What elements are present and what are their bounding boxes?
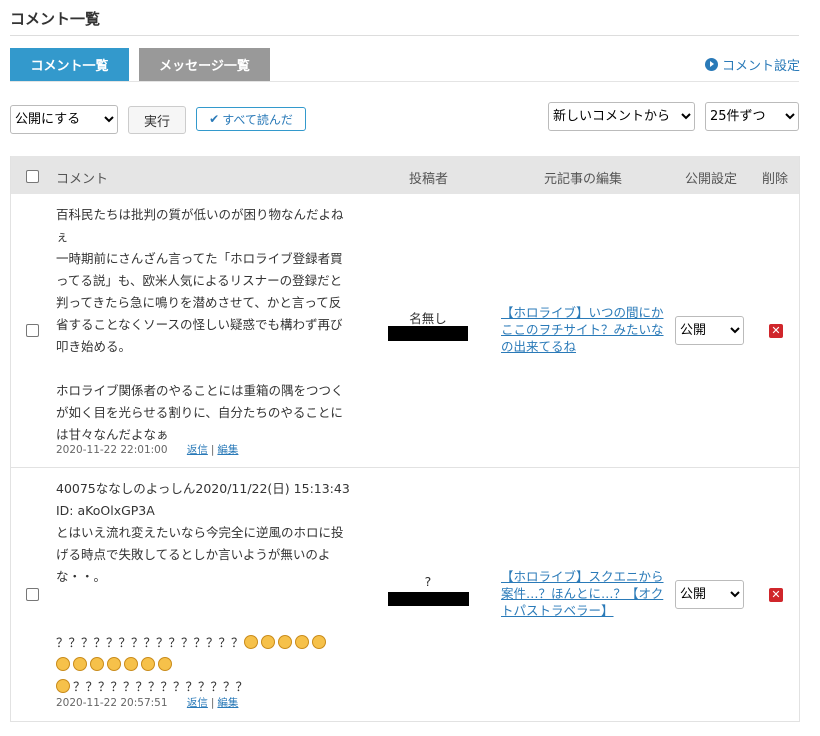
comment-settings-link[interactable]: コメント設定 — [704, 55, 800, 74]
smiley-emoji-icon — [124, 657, 138, 671]
header-author: 投稿者 — [409, 172, 449, 187]
emoji-line-text: ？？？？？？？？？？？？？？ — [73, 679, 249, 694]
meta-separator: | — [210, 444, 215, 456]
comment-meta: 2020-11-22 20:57:51 返信 | 編集 — [56, 695, 238, 710]
comment-timestamp: 2020-11-22 20:57:51 — [56, 697, 168, 709]
smiley-emoji-icon — [260, 635, 275, 649]
smiley-emoji-icon — [56, 679, 70, 693]
visibility-select[interactable]: 公開 — [675, 316, 744, 345]
run-button[interactable]: 実行 — [128, 106, 186, 134]
per-page-select[interactable]: 25件ずつ — [705, 102, 799, 131]
comment-line: ？？？？？？？？？？？？？？？ — [56, 632, 352, 654]
smiley-emoji-icon — [294, 635, 309, 649]
visibility-action-select[interactable]: 公開にする — [10, 105, 118, 134]
smiley-emoji-icon — [311, 635, 326, 649]
comment-line — [56, 610, 352, 632]
comment-line — [56, 588, 352, 610]
comment-settings-label: コメント設定 — [721, 59, 800, 74]
table-row: 40075ななしのよっしん2020/11/22(日) 15:13:43 ID: … — [11, 468, 799, 722]
article-link[interactable]: 【ホロライブ】スクエニから案件…？ほんとに…？【オクトパストラベラー】 — [501, 568, 666, 619]
comments-table: コメント 投稿者 元記事の編集 公開設定 削除 百科民たちは批判の質が低いのが困… — [10, 156, 800, 722]
table-row: 百科民たちは批判の質が低いのが困り物なんだよねぇ 一時期前にさんざん言ってた「ホ… — [11, 194, 799, 468]
smiley-emoji-icon — [56, 657, 70, 671]
comment-meta: 2020-11-22 22:01:00 返信 | 編集 — [56, 442, 238, 457]
smiley-emoji-icon — [107, 657, 121, 671]
header-delete: 削除 — [762, 172, 789, 187]
table-header: コメント 投稿者 元記事の編集 公開設定 削除 — [11, 156, 799, 194]
comment-line: 40075ななしのよっしん2020/11/22(日) 15:13:43 ID: … — [56, 481, 350, 518]
sort-order-select[interactable]: 新しいコメントから — [548, 102, 695, 131]
smiley-emoji-icon — [90, 657, 104, 671]
comment-author: 名無し — [409, 311, 447, 326]
play-circle-icon — [704, 58, 718, 71]
page-title: コメント一覧 — [10, 10, 101, 28]
title-divider — [10, 35, 799, 36]
row-checkbox[interactable] — [26, 588, 39, 601]
article-link[interactable]: 【ホロライブ】いつの間にかここのヲチサイト？みたいなの出来てるね — [501, 304, 666, 355]
read-all-button[interactable]: ✔ すべて読んだ — [196, 107, 306, 131]
comment-author: ? — [424, 574, 432, 589]
comment-text: 百科民たちは批判の質が低いのが困り物なんだよねぇ 一時期前にさんざん言ってた「ホ… — [56, 204, 352, 446]
tab-messages[interactable]: メッセージ一覧 — [139, 48, 270, 81]
select-all-checkbox[interactable] — [26, 170, 39, 183]
comment-timestamp: 2020-11-22 22:01:00 — [56, 444, 168, 456]
tab-comments[interactable]: コメント一覧 — [10, 48, 129, 81]
smiley-emoji-icon — [73, 657, 87, 671]
emoji-line-text: ？？？？？？？？？？？？？？？ — [56, 635, 244, 650]
read-all-label: すべて読んだ — [222, 112, 293, 127]
comment-line — [56, 358, 352, 380]
comment-line — [56, 654, 352, 676]
tabs-divider — [10, 81, 799, 82]
delete-x-icon[interactable]: ✕ — [769, 588, 783, 602]
smiley-emoji-icon — [243, 635, 258, 649]
edit-link[interactable]: 編集 — [217, 444, 238, 456]
comment-line: 百科民たちは批判の質が低いのが困り物なんだよねぇ — [56, 207, 344, 244]
row-checkbox[interactable] — [26, 324, 39, 337]
smiley-emoji-icon — [277, 635, 292, 649]
reply-link[interactable]: 返信 — [187, 697, 208, 709]
comment-line: 一時期前にさんざん言ってた「ホロライブ登録者買ってる説」も、欧米人気によるリスナ… — [56, 251, 343, 354]
delete-x-icon[interactable]: ✕ — [769, 324, 783, 338]
edit-link[interactable]: 編集 — [217, 697, 238, 709]
check-icon: ✔ — [209, 112, 220, 126]
meta-separator: | — [210, 697, 215, 709]
header-comment: コメント — [56, 172, 109, 187]
comment-line: ホロライブ関係者のやることには重箱の隅をつつくが如く目を光らせる割りに、自分たち… — [56, 383, 344, 442]
comment-line: とはいえ流れ変えたいなら今完全に逆風のホロに投げる時点で失敗してるとしか言いよう… — [56, 525, 344, 584]
redacted-block — [388, 326, 468, 341]
comment-text: 40075ななしのよっしん2020/11/22(日) 15:13:43 ID: … — [56, 478, 352, 698]
redacted-block — [388, 592, 469, 606]
smiley-emoji-icon — [141, 657, 155, 671]
header-visibility: 公開設定 — [685, 172, 738, 187]
smiley-emoji-icon — [158, 657, 172, 671]
reply-link[interactable]: 返信 — [187, 444, 208, 456]
visibility-select[interactable]: 公開 — [675, 580, 744, 609]
header-article: 元記事の編集 — [544, 172, 623, 187]
